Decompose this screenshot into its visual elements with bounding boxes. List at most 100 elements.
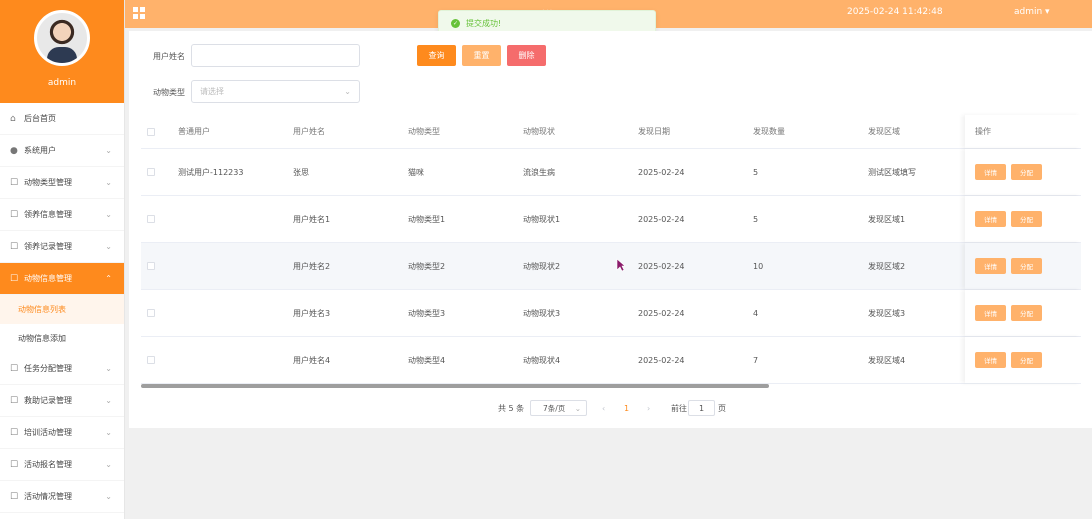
doc-icon: ☐ [10,209,19,220]
toast-message: 提交成功! [466,18,502,28]
reset-button[interactable]: 重置 [462,45,501,66]
sidebar-item-activity-status[interactable]: ☐ 活动情况管理 ⌄ [0,481,124,513]
sidebar-item-system-users[interactable]: ● 系统用户 ⌄ [0,135,124,167]
table-row[interactable]: 用户姓名4 动物类型4 动物现状4 2025-02-24 7 发现区域4 详情 … [141,337,1081,384]
table-row[interactable]: 测试用户-112233 张思 猫咪 流浪生病 2025-02-24 5 测试区域… [141,149,1081,196]
animal-type-placeholder: 请选择 [200,87,224,96]
cell-user-name: 张思 [293,167,309,177]
table-row[interactable]: 用户姓名1 动物类型1 动物现状1 2025-02-24 5 发现区域1 详情 … [141,196,1081,243]
sidebar-item-label: 救助记录管理 [24,396,72,405]
assign-button[interactable]: 分配 [1011,164,1042,180]
sidebar-item-activity-signup[interactable]: ☐ 活动报名管理 ⌄ [0,449,124,481]
sidebar-subitem-animal-add[interactable]: 动物信息添加 [0,324,124,353]
table-row[interactable]: 用户姓名2 动物类型2 动物现状2 2025-02-24 10 发现区域2 详情… [141,243,1081,290]
main-content: 用户姓名 动物类型 请选择 ⌄ 查询 重置 删除 普通用户 用户姓名 动物类型 … [129,31,1092,428]
sidebar-subitem-animal-list[interactable]: 动物信息列表 [0,295,124,324]
header-found-count: 发现数量 [753,127,785,136]
detail-button[interactable]: 详情 [975,211,1006,227]
sidebar: admin ⌂ 后台首页 ● 系统用户 ⌄ ☐ 动物类型管理 ⌄ ☐ 领养信息管… [0,0,125,519]
cell-animal-status: 动物现状3 [523,308,561,318]
table-horizontal-scrollbar[interactable] [141,384,769,388]
doc-icon: ☐ [10,491,19,502]
cell-found-count: 7 [753,355,759,365]
row-actions: 详情 分配 [965,337,1081,383]
user-dropdown[interactable]: admin ▾ [1014,7,1050,17]
header-animal-status: 动物现状 [523,127,555,136]
avatar[interactable] [34,10,90,66]
username-filter-input[interactable] [191,44,360,67]
row-checkbox[interactable] [147,290,155,336]
header-regular-user: 普通用户 [178,127,210,136]
assign-button[interactable]: 分配 [1011,305,1042,321]
detail-button[interactable]: 详情 [975,258,1006,274]
prev-page-icon[interactable]: ‹ [602,400,605,416]
row-checkbox[interactable] [147,149,155,195]
goto-page-suffix: 页 [718,403,726,413]
chevron-down-icon: ⌄ [105,428,112,437]
assign-button[interactable]: 分配 [1011,211,1042,227]
cell-found-area: 测试区域填写 [868,167,916,177]
detail-button[interactable]: 详情 [975,305,1006,321]
header-user-name: 用户姓名 [293,127,325,136]
sidebar-item-home[interactable]: ⌂ 后台首页 [0,103,124,135]
header-found-area: 发现区域 [868,127,900,136]
header-found-date: 发现日期 [638,127,670,136]
sidebar-item-adoption-info[interactable]: ☐ 领养信息管理 ⌄ [0,199,124,231]
cell-animal-type: 动物类型3 [408,308,446,318]
page-size-select[interactable]: 7条/页 ⌄ [530,400,587,416]
sidebar-item-animal-info[interactable]: ☐ 动物信息管理 ⌃ [0,263,124,295]
mouse-cursor-icon [616,258,626,272]
row-checkbox[interactable] [147,243,155,289]
cell-animal-type: 动物类型1 [408,214,446,224]
sidebar-item-training[interactable]: ☐ 培训活动管理 ⌄ [0,417,124,449]
assign-button[interactable]: 分配 [1011,258,1042,274]
sidebar-item-rescue-record[interactable]: ☐ 救助记录管理 ⌄ [0,385,124,417]
cell-found-count: 5 [753,167,759,177]
chevron-down-icon: ⌄ [344,87,351,96]
animal-type-select[interactable]: 请选择 ⌄ [191,80,360,103]
chevron-down-icon: ⌄ [574,403,581,413]
page-number-current[interactable]: 1 [624,400,629,416]
sidebar-item-label: 系统用户 [24,146,56,155]
sidebar-item-task-assign[interactable]: ☐ 任务分配管理 ⌄ [0,353,124,385]
row-checkbox[interactable] [147,196,155,242]
goto-page-input[interactable]: 1 [688,400,715,416]
sidebar-item-animal-type[interactable]: ☐ 动物类型管理 ⌄ [0,167,124,199]
pagination-total: 共 5 条 [498,403,525,413]
row-checkbox[interactable] [147,337,155,383]
sidebar-menu: ⌂ 后台首页 ● 系统用户 ⌄ ☐ 动物类型管理 ⌄ ☐ 领养信息管理 ⌄ ☐ … [0,103,124,513]
chevron-down-icon: ⌄ [105,460,112,469]
profile-username: admin [47,78,77,88]
cell-found-count: 4 [753,308,759,318]
sidebar-item-label: 领养信息管理 [24,210,72,219]
cell-animal-status: 流浪生病 [523,167,555,177]
detail-button[interactable]: 详情 [975,164,1006,180]
sidebar-item-adoption-record[interactable]: ☐ 领养记录管理 ⌄ [0,231,124,263]
chevron-down-icon: ⌄ [105,146,112,155]
delete-button[interactable]: 删除 [507,45,546,66]
query-button[interactable]: 查询 [417,45,456,66]
cell-found-date: 2025-02-24 [638,308,685,318]
check-circle-icon: ✓ [451,18,460,28]
cell-found-area: 发现区域1 [868,214,906,224]
animal-info-table: 普通用户 用户姓名 动物类型 动物现状 发现日期 发现数量 发现区域 操作 测试… [141,115,1081,387]
select-all-checkbox[interactable] [147,115,155,148]
detail-button[interactable]: 详情 [975,352,1006,368]
cell-animal-type: 动物类型2 [408,261,446,271]
profile-panel: admin [0,0,124,103]
cell-found-area: 发现区域2 [868,261,906,271]
next-page-icon[interactable]: › [647,400,650,416]
chevron-down-icon: ⌄ [105,492,112,501]
username-filter-label: 用户姓名 [153,52,185,61]
table-row[interactable]: 用户姓名3 动物类型3 动物现状3 2025-02-24 4 发现区域3 详情 … [141,290,1081,337]
home-icon: ⌂ [10,113,16,124]
row-actions: 详情 分配 [965,290,1081,336]
assign-button[interactable]: 分配 [1011,352,1042,368]
animal-type-filter-label: 动物类型 [153,88,185,97]
cell-found-date: 2025-02-24 [638,167,685,177]
cell-animal-status: 动物现状1 [523,214,561,224]
doc-icon: ☐ [10,241,19,252]
chevron-down-icon: ⌄ [105,396,112,405]
menu-grid-icon[interactable] [133,7,145,19]
cell-found-date: 2025-02-24 [638,261,685,271]
